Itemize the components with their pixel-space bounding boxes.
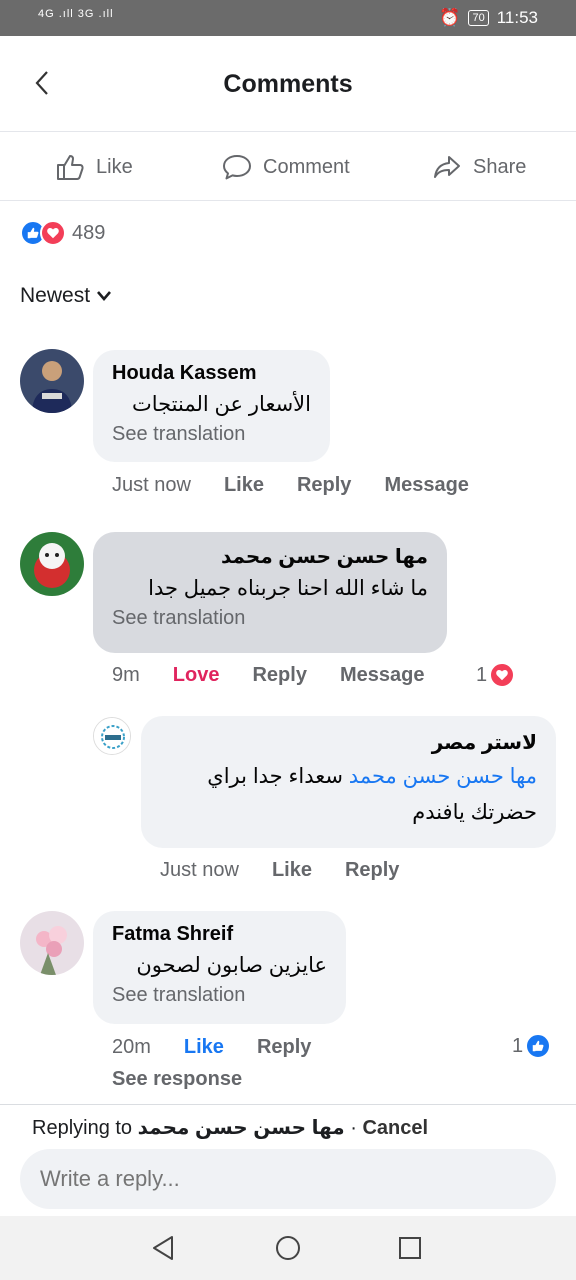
comment-time: Just now (112, 474, 191, 496)
comment-author[interactable]: مها حسن حسن محمد (112, 544, 428, 569)
comment-time: 9m (112, 664, 140, 686)
reply-actions: Just now Like Reply (160, 859, 399, 882)
see-translation-link[interactable]: See translation (112, 423, 311, 446)
system-nav-bar (0, 1216, 576, 1280)
see-translation-link[interactable]: See translation (112, 607, 428, 630)
comment-actions: 20m Like Reply (112, 1036, 311, 1059)
comment-time: 20m (112, 1036, 151, 1058)
see-response-link[interactable]: See response (112, 1068, 242, 1091)
avatar[interactable] (93, 717, 131, 755)
reply-reply-button[interactable]: Reply (345, 859, 399, 882)
comment-button-label: Comment (263, 155, 350, 178)
avatar[interactable] (20, 532, 84, 596)
love-reaction-icon (489, 662, 516, 688)
like-button-label: Like (96, 155, 133, 178)
cancel-reply-button[interactable]: Cancel (362, 1117, 428, 1139)
reply-author[interactable]: لاستر مصر (160, 730, 537, 755)
comment-button[interactable]: Comment (221, 151, 350, 183)
recents-nav-icon[interactable] (396, 1234, 424, 1262)
action-row: Like Comment Share (0, 133, 576, 201)
comment-like-button[interactable]: Like (184, 1036, 224, 1059)
comment-love-button[interactable]: Love (173, 664, 220, 687)
replying-to-line: Replying to مها حسن حسن محمد · Cancel (32, 1115, 428, 1140)
reply-composer: Replying to مها حسن حسن محمد · Cancel (0, 1104, 576, 1216)
home-nav-icon[interactable] (274, 1234, 302, 1262)
status-right: ⏰ 70 11:53 (439, 8, 538, 28)
comment-author[interactable]: Houda Kassem (112, 362, 311, 385)
battery-indicator: 70 (468, 10, 489, 26)
comment-bubble[interactable]: مها حسن حسن محمد ما شاء الله احنا جربناه… (93, 532, 447, 653)
chevron-down-icon (97, 291, 112, 301)
comment-actions: 9m Love Reply Message (112, 664, 424, 687)
like-reaction-icon (525, 1033, 552, 1059)
share-button-label: Share (473, 155, 527, 178)
status-bar: 4G .ıll 3G .ıll ⏰ 70 11:53 (0, 0, 576, 36)
share-button[interactable]: Share (431, 151, 526, 183)
share-icon (434, 156, 460, 178)
replying-to-label: Replying to (32, 1117, 133, 1139)
comment-message-button[interactable]: Message (340, 664, 425, 687)
reactions-summary[interactable]: 489 (20, 220, 105, 246)
comment-like-button[interactable]: Like (224, 474, 264, 497)
comment-text: ما شاء الله احنا جربناه جميل جدا (148, 577, 428, 600)
page-header: Comments (0, 36, 576, 132)
love-reaction-icon (40, 220, 66, 246)
reaction-count: 489 (72, 221, 106, 244)
network-indicator: 4G .ıll 3G .ıll (38, 8, 114, 20)
reply-like-button[interactable]: Like (272, 859, 312, 882)
page-title: Comments (223, 70, 353, 98)
avatar[interactable] (20, 349, 84, 413)
comment-reply-button[interactable]: Reply (297, 474, 351, 497)
clock: 11:53 (496, 8, 538, 27)
comment-bubble[interactable]: Houda Kassem الأسعار عن المنتجات See tra… (93, 350, 330, 462)
comment-reply-button[interactable]: Reply (252, 664, 306, 687)
alarm-icon: ⏰ (439, 8, 461, 27)
replying-to-name: مها حسن حسن محمد (137, 1117, 345, 1139)
reaction-count-value: 1 (476, 663, 488, 686)
comment-bubble[interactable]: Fatma Shreif عايزين صابون لصحون See tran… (93, 911, 346, 1024)
comment-actions: Just now Like Reply Message (112, 474, 469, 497)
avatar[interactable] (20, 911, 84, 975)
comment-reaction-count[interactable]: 1 (476, 662, 516, 688)
comment-reply-button[interactable]: Reply (257, 1036, 311, 1059)
sort-label: Newest (20, 284, 91, 307)
see-translation-link[interactable]: See translation (112, 984, 327, 1007)
comment-text: عايزين صابون لصحون (136, 954, 327, 977)
reply-bubble[interactable]: لاستر مصر مها حسن حسن محمد سعداء جدا برا… (141, 716, 556, 848)
comment-message-button[interactable]: Message (384, 474, 469, 497)
back-nav-icon[interactable] (150, 1234, 178, 1262)
reply-input[interactable] (20, 1149, 556, 1209)
comment-reaction-count[interactable]: 1 (512, 1033, 552, 1059)
replying-separator: · (344, 1117, 363, 1139)
reply-time: Just now (160, 859, 239, 881)
sort-dropdown[interactable]: Newest (20, 284, 112, 308)
thumbs-up-icon (57, 155, 84, 180)
comment-text: الأسعار عن المنتجات (131, 393, 311, 416)
reply-text: مها حسن حسن محمد سعداء جدا براي حضرتك يا… (160, 759, 537, 830)
reaction-count-value: 1 (512, 1034, 524, 1057)
like-button[interactable]: Like (54, 151, 133, 183)
comment-author[interactable]: Fatma Shreif (112, 923, 327, 946)
comment-icon (223, 155, 251, 180)
reply-mention[interactable]: مها حسن حسن محمد (349, 765, 537, 788)
